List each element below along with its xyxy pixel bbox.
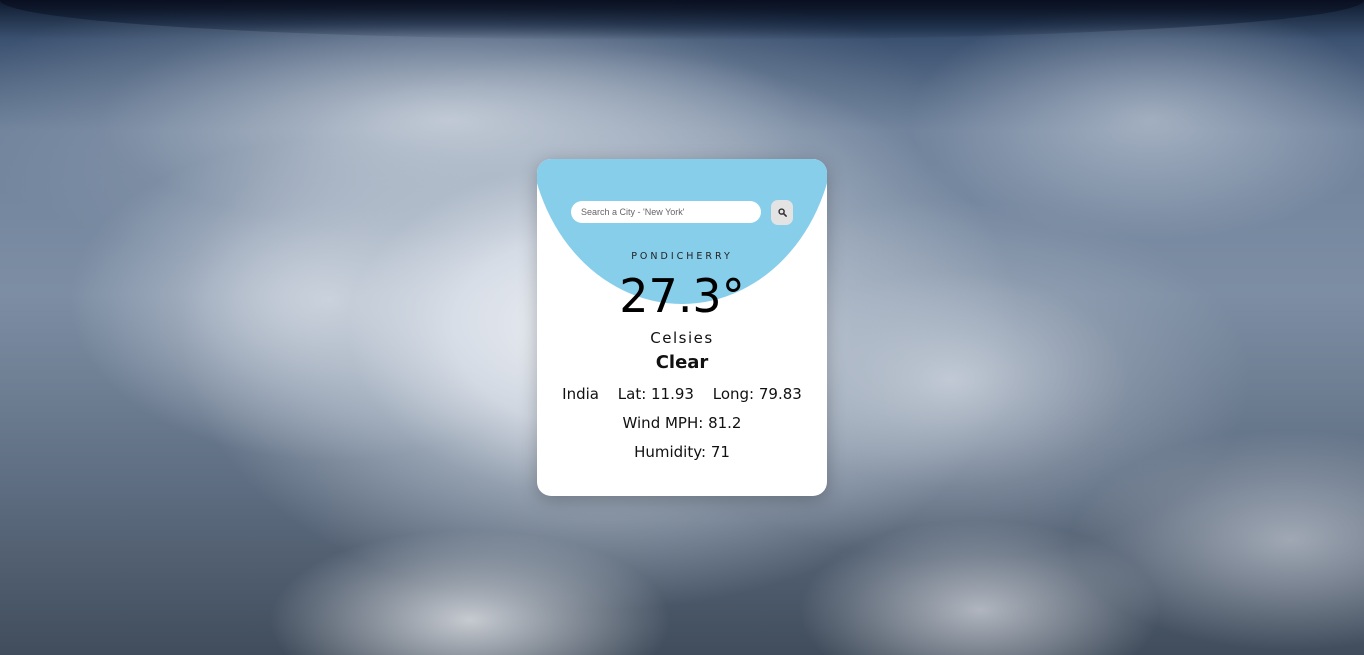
country: India bbox=[562, 385, 599, 403]
wind-speed: Wind MPH: 81.2 bbox=[622, 414, 742, 432]
city-name: PONDICHERRY bbox=[631, 251, 733, 262]
search-bar bbox=[571, 200, 793, 225]
humidity: Humidity: 71 bbox=[634, 443, 730, 461]
weather-card: PONDICHERRY 27.3° Celsies Clear India La… bbox=[537, 159, 827, 496]
search-input[interactable] bbox=[571, 201, 761, 223]
longitude: Long: 79.83 bbox=[712, 385, 802, 403]
search-icon bbox=[778, 208, 787, 217]
temperature-unit: Celsies bbox=[650, 329, 714, 347]
search-button[interactable] bbox=[771, 200, 793, 225]
location-row: India Lat: 11.93 Long: 79.83 bbox=[537, 385, 827, 403]
weather-condition: Clear bbox=[655, 352, 709, 373]
temperature: 27.3° bbox=[619, 269, 745, 323]
latitude: Lat: 11.93 bbox=[617, 385, 694, 403]
